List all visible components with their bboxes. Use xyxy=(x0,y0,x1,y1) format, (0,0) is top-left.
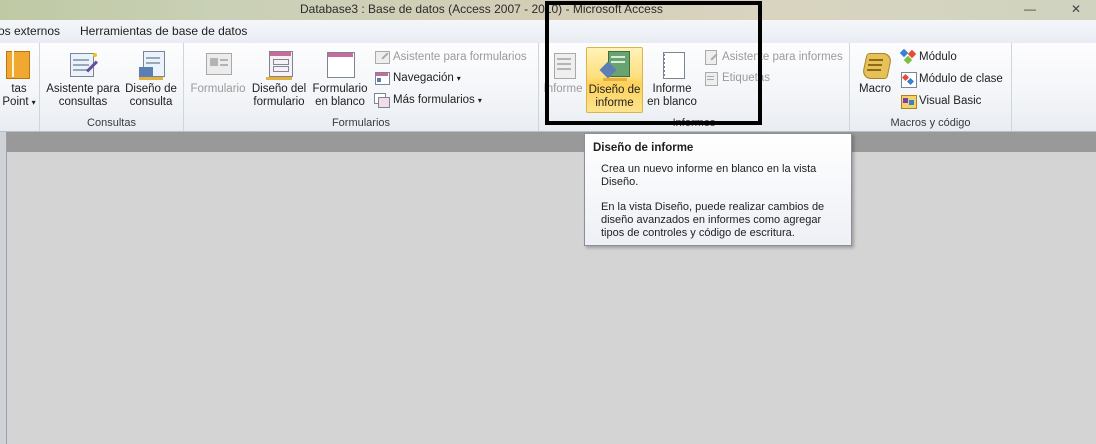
form-wizard-label: Asistente para formularios xyxy=(393,51,527,63)
visual-basic-button[interactable]: Visual Basic xyxy=(900,92,981,110)
macro-scroll-icon xyxy=(859,49,893,81)
sharepoint-label-line1: tas xyxy=(11,83,27,95)
sharepoint-label-line2: Point xyxy=(2,96,29,108)
group-label-formularios: Formularios xyxy=(331,117,391,129)
query-wizard-icon xyxy=(67,49,99,81)
class-module-button[interactable]: Módulo de clase xyxy=(900,70,1003,88)
query-design-label-line2: consulta xyxy=(129,96,173,108)
more-forms-icon xyxy=(374,92,390,108)
visual-basic-label: Visual Basic xyxy=(919,95,982,107)
tab-datos-externos[interactable]: os externos xyxy=(0,24,60,38)
query-wizard-label-line2: consultas xyxy=(58,96,108,108)
macro-button[interactable]: Macro xyxy=(854,47,896,113)
form-button[interactable]: Formulario xyxy=(188,47,248,113)
module-icon xyxy=(899,48,917,65)
form-icon xyxy=(202,49,234,81)
class-module-icon xyxy=(900,71,917,88)
tooltip-title: Diseño de informe xyxy=(593,142,694,154)
query-wizard-label-line1: Asistente para xyxy=(46,83,120,95)
query-design-button[interactable]: Diseño de consulta xyxy=(122,47,180,113)
more-forms-button[interactable]: Más formularios ▾ xyxy=(374,91,482,109)
group-label-macros: Macros y código xyxy=(890,117,971,129)
chevron-down-icon: ▾ xyxy=(477,95,482,105)
module-label: Módulo xyxy=(919,51,957,63)
blank-form-icon xyxy=(324,49,356,81)
blank-form-label-line2: en blanco xyxy=(315,96,365,108)
highlight-box xyxy=(545,1,762,125)
minimize-button[interactable]: — xyxy=(1010,0,1050,18)
tooltip-details: En la vista Diseño, puede realizar cambi… xyxy=(601,201,825,239)
group-formularios: Formulario Diseño del formulario Formula… xyxy=(184,43,539,131)
sharepoint-icon xyxy=(0,49,30,81)
more-forms-label: Más formularios xyxy=(393,94,475,106)
form-wizard-icon xyxy=(374,49,390,65)
query-design-icon xyxy=(135,49,167,81)
form-design-button[interactable]: Diseño del formulario xyxy=(248,47,310,113)
close-button[interactable]: ✕ xyxy=(1056,0,1096,18)
form-label: Formulario xyxy=(190,83,246,95)
form-wizard-button[interactable]: Asistente para formularios xyxy=(374,48,527,66)
blank-form-button[interactable]: Formulario en blanco xyxy=(310,47,370,113)
class-module-label: Módulo de clase xyxy=(919,73,1003,85)
chevron-down-icon: ▾ xyxy=(456,73,461,83)
navigation-button[interactable]: Navegación ▾ xyxy=(374,69,461,87)
navigation-pane-edge[interactable] xyxy=(0,132,7,444)
navigation-form-icon xyxy=(374,70,390,86)
report-design-tooltip: Diseño de informe Crea un nuevo informe … xyxy=(584,133,852,246)
document-tab-bar xyxy=(0,132,1096,152)
group-label-consultas: Consultas xyxy=(87,117,136,129)
blank-form-label-line1: Formulario xyxy=(312,83,368,95)
group-partial: tas Point ▾ xyxy=(0,43,40,131)
query-design-label-line1: Diseño de xyxy=(125,83,177,95)
visual-basic-icon xyxy=(900,93,917,109)
tooltip-description: Crea un nuevo informe en blanco en la vi… xyxy=(601,163,817,188)
query-wizard-button[interactable]: Asistente para consultas xyxy=(44,47,122,113)
group-consultas: Asistente para consultas Diseño de consu… xyxy=(40,43,184,131)
module-button[interactable]: Módulo xyxy=(899,48,957,66)
group-macros: Macro Módulo Módulo de clase Visual Basi… xyxy=(850,43,1012,131)
form-design-icon xyxy=(263,49,295,81)
form-design-label-line2: formulario xyxy=(253,96,305,108)
workspace xyxy=(7,152,1096,444)
chevron-down-icon: ▾ xyxy=(31,98,36,107)
sharepoint-lists-button[interactable]: tas Point ▾ xyxy=(0,47,38,113)
macro-label: Macro xyxy=(859,83,891,95)
form-design-label-line1: Diseño del xyxy=(251,83,307,95)
navigation-label: Navegación xyxy=(393,72,454,84)
tab-herramientas-base-datos[interactable]: Herramientas de base de datos xyxy=(80,24,247,38)
